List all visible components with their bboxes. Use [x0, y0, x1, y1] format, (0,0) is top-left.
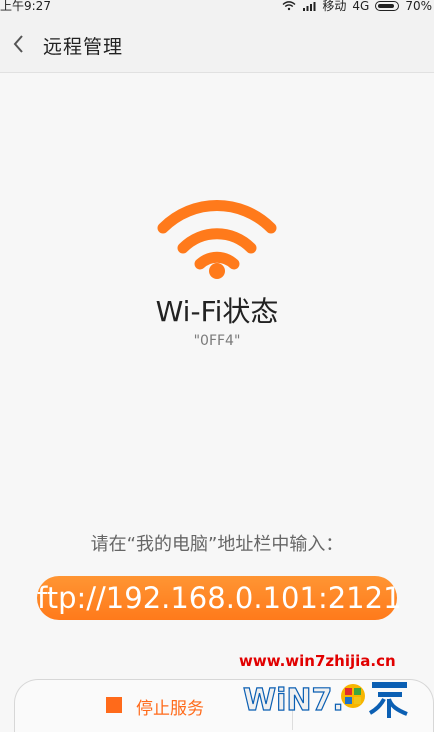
carrier-label: 移动	[322, 0, 347, 13]
battery-label: 70%	[405, 0, 432, 13]
instruction-text: 请在“我的电脑”地址栏中输入：	[90, 534, 344, 555]
stop-icon	[106, 697, 122, 713]
svg-text:WiN7.: WiN7.	[243, 683, 344, 718]
titlebar: 远程管理	[0, 14, 434, 73]
status-bar: 上午9:27 移动 4G 70%	[0, 0, 434, 14]
wifi-status-icon	[282, 1, 296, 11]
network-label: 4G	[352, 0, 370, 13]
status-icons: 移动 4G 70%	[282, 0, 432, 13]
page-title: 远程管理	[43, 36, 124, 58]
watermark-logo: WiN7.	[242, 682, 408, 719]
status-time: 上午9:27	[0, 0, 51, 13]
back-arrow-icon[interactable]	[12, 35, 26, 53]
battery-icon	[375, 1, 400, 11]
wifi-status-icon-large	[157, 200, 277, 279]
ftp-address-pill: ftp://192.168.0.101:2121	[37, 576, 402, 620]
wifi-status-label: Wi-Fi状态	[155, 295, 279, 328]
signal-icon	[303, 2, 316, 11]
watermark-url: www.win7zhijia.cn	[239, 652, 396, 670]
ssid-label: "0FF4"	[193, 333, 241, 349]
stop-service-button[interactable]: 停止服务	[136, 694, 204, 719]
